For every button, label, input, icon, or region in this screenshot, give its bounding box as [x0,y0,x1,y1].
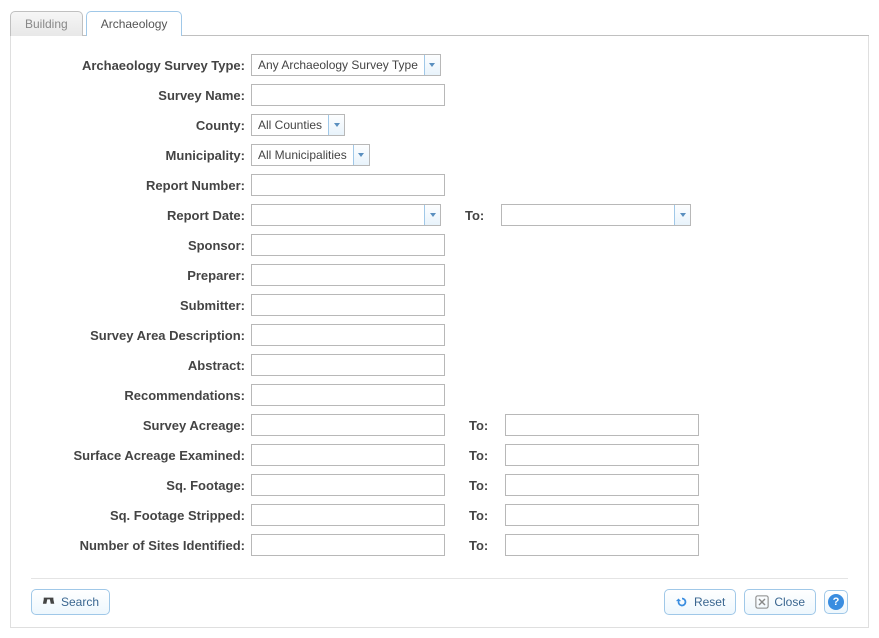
label-surface-acreage-to: To: [469,448,495,463]
label-survey-acreage-to: To: [469,418,495,433]
label-survey-area-desc: Survey Area Description: [31,328,251,343]
help-icon: ? [828,594,844,610]
sq-footage-stripped-to-input[interactable] [505,504,699,526]
chevron-down-icon[interactable] [353,145,369,165]
surface-acreage-from-input[interactable] [251,444,445,466]
sq-footage-from-input[interactable] [251,474,445,496]
label-sq-footage-to: To: [469,478,495,493]
tab-archaeology[interactable]: Archaeology [86,11,183,36]
footer: Search Reset Close ? [31,589,848,615]
county-value: All Counties [252,115,328,135]
footer-separator [31,578,848,579]
chevron-down-icon[interactable] [424,205,440,225]
search-button[interactable]: Search [31,589,110,615]
sites-identified-to-input[interactable] [505,534,699,556]
tab-building-label: Building [25,17,68,31]
tabs: Building Archaeology [10,10,869,36]
sq-footage-stripped-from-input[interactable] [251,504,445,526]
tab-archaeology-label: Archaeology [101,17,168,31]
municipality-select[interactable]: All Municipalities [251,144,370,166]
label-survey-name: Survey Name: [31,88,251,103]
label-report-date-to: To: [465,208,491,223]
tab-building[interactable]: Building [10,11,83,36]
label-preparer: Preparer: [31,268,251,283]
sponsor-input[interactable] [251,234,445,256]
sites-identified-from-input[interactable] [251,534,445,556]
label-surface-acreage: Surface Acreage Examined: [31,448,251,463]
report-date-from-value [252,205,424,225]
label-abstract: Abstract: [31,358,251,373]
recommendations-input[interactable] [251,384,445,406]
sq-footage-to-input[interactable] [505,474,699,496]
survey-name-input[interactable] [251,84,445,106]
chevron-down-icon[interactable] [328,115,344,135]
county-select[interactable]: All Counties [251,114,345,136]
label-sq-footage-stripped: Sq. Footage Stripped: [31,508,251,523]
survey-area-desc-input[interactable] [251,324,445,346]
search-button-label: Search [61,595,99,609]
undo-icon [675,595,689,609]
preparer-input[interactable] [251,264,445,286]
label-report-date: Report Date: [31,208,251,223]
survey-acreage-from-input[interactable] [251,414,445,436]
label-sq-footage: Sq. Footage: [31,478,251,493]
label-survey-type: Archaeology Survey Type: [31,58,251,73]
label-municipality: Municipality: [31,148,251,163]
panel-archaeology: Archaeology Survey Type: Any Archaeology… [10,36,869,628]
close-button-label: Close [774,595,805,609]
label-sponsor: Sponsor: [31,238,251,253]
close-icon [755,595,769,609]
help-button[interactable]: ? [824,590,848,614]
reset-button-label: Reset [694,595,725,609]
label-submitter: Submitter: [31,298,251,313]
survey-type-value: Any Archaeology Survey Type [252,55,424,75]
label-sites-identified-to: To: [469,538,495,553]
submitter-input[interactable] [251,294,445,316]
binoculars-icon [42,595,56,609]
surface-acreage-to-input[interactable] [505,444,699,466]
survey-type-select[interactable]: Any Archaeology Survey Type [251,54,441,76]
label-report-number: Report Number: [31,178,251,193]
reset-button[interactable]: Reset [664,589,736,615]
label-recommendations: Recommendations: [31,388,251,403]
label-county: County: [31,118,251,133]
report-number-input[interactable] [251,174,445,196]
label-sites-identified: Number of Sites Identified: [31,538,251,553]
report-date-to[interactable] [501,204,691,226]
survey-acreage-to-input[interactable] [505,414,699,436]
abstract-input[interactable] [251,354,445,376]
label-survey-acreage: Survey Acreage: [31,418,251,433]
report-date-from[interactable] [251,204,441,226]
chevron-down-icon[interactable] [424,55,440,75]
report-date-to-value [502,205,674,225]
chevron-down-icon[interactable] [674,205,690,225]
municipality-value: All Municipalities [252,145,353,165]
label-sq-footage-stripped-to: To: [469,508,495,523]
close-button[interactable]: Close [744,589,816,615]
